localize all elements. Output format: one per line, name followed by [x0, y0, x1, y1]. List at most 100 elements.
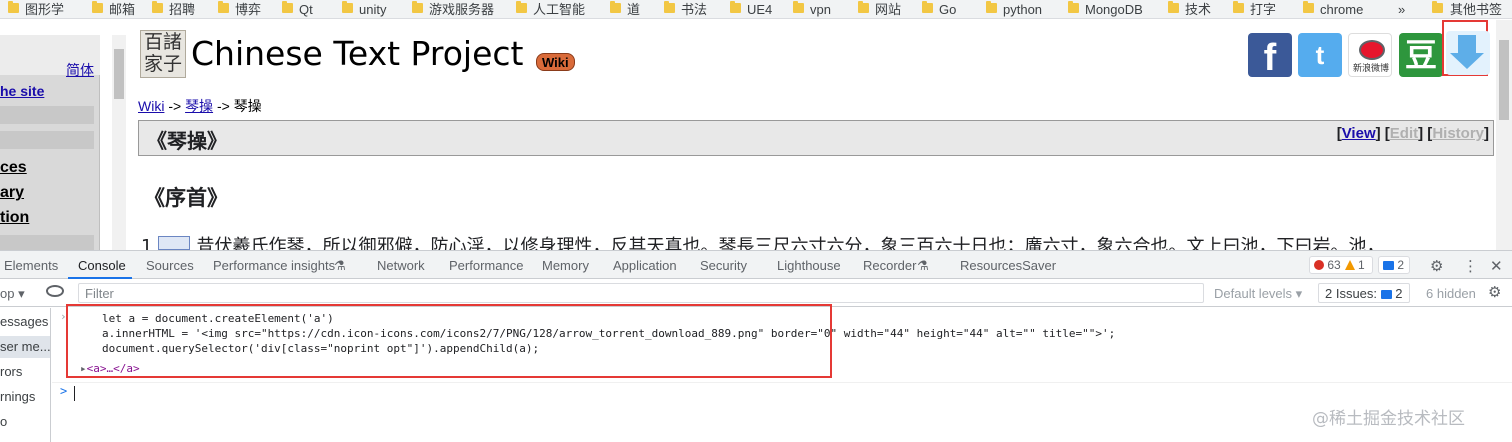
bookmark-folder[interactable]: chrome — [1320, 1, 1363, 18]
tab-console[interactable]: Console — [78, 258, 126, 273]
tab-sources[interactable]: Sources — [146, 258, 194, 273]
site-logo[interactable]: 百諸家子 — [140, 30, 186, 78]
breadcrumb: Wiki -> 琴操 -> 琴操 — [138, 96, 262, 116]
bookmark-folder[interactable]: unity — [359, 1, 386, 18]
bookmark-folder[interactable]: 网站 — [875, 1, 901, 18]
issues-button[interactable]: 2 Issues: 2 — [1318, 283, 1410, 303]
bookmark-folder[interactable]: python — [1003, 1, 1042, 18]
gear-icon[interactable]: ⚙ — [1430, 257, 1443, 275]
scrollbar-thumb[interactable] — [1499, 40, 1509, 120]
folder-icon — [1303, 1, 1314, 13]
flask-icon: ⚗ — [334, 258, 346, 273]
bookmark-folder[interactable]: UE4 — [747, 1, 772, 18]
tab-performance[interactable]: Performance — [449, 258, 523, 273]
gear-icon[interactable]: ⚙ — [1488, 283, 1501, 301]
watermark: @稀土掘金技术社区 — [1312, 409, 1465, 429]
tab-application[interactable]: Application — [613, 258, 677, 273]
page-actions: [View] [Edit] [History] — [1336, 125, 1489, 142]
tab-elements[interactable]: Elements — [4, 258, 58, 273]
weibo-label: 新浪微博 — [1352, 63, 1389, 73]
code-line: document.querySelector('div[class="nopri… — [102, 342, 540, 355]
traditional-simplified-link[interactable]: 简体 — [66, 60, 94, 80]
message-counter[interactable]: 2 — [1378, 256, 1410, 274]
console-sidebar: essages ser me... rors rnings o — [0, 308, 51, 442]
folder-icon — [92, 1, 103, 13]
view-link[interactable]: View — [1342, 125, 1376, 142]
sidebar-info[interactable]: o — [0, 414, 7, 429]
bookmark-folder[interactable]: 图形学 — [25, 1, 64, 18]
bookmark-folder[interactable]: 书法 — [681, 1, 707, 18]
sidebar-item-introduction[interactable]: tion — [0, 209, 29, 227]
bookmark-folder[interactable]: 游戏服务器 — [429, 1, 494, 18]
context-selector[interactable]: op ▾ — [0, 286, 25, 302]
twitter-icon[interactable]: t — [1298, 33, 1342, 77]
breadcrumb-root-link[interactable]: Wiki — [138, 98, 164, 114]
bookmark-folder[interactable]: vpn — [810, 1, 831, 18]
code-line: let a = document.createElement('a') — [102, 312, 334, 325]
other-bookmarks-folder[interactable]: 其他书签 — [1450, 1, 1502, 18]
tab-memory[interactable]: Memory — [542, 258, 589, 273]
bookmark-folder[interactable]: 邮箱 — [109, 1, 135, 18]
flask-icon: ⚗ — [917, 258, 929, 273]
eye-icon[interactable] — [46, 285, 64, 297]
sidebar-warnings[interactable]: rnings — [0, 389, 35, 404]
log-levels-dropdown[interactable]: Default levels ▾ — [1214, 286, 1302, 302]
bookmark-folder[interactable]: 人工智能 — [533, 1, 585, 18]
facebook-icon[interactable]: f — [1248, 33, 1292, 79]
bookmark-folder[interactable]: 招聘 — [169, 1, 195, 18]
tab-security[interactable]: Security — [700, 258, 747, 273]
download-arrow-icon[interactable] — [1446, 31, 1490, 75]
more-options-icon[interactable]: ⋮ — [1463, 257, 1478, 275]
folder-icon — [793, 1, 804, 13]
folder-icon — [610, 1, 621, 13]
bookmarks-bar: 图形学 邮箱 招聘 博弈 Qt unity 游戏服务器 人工智能 道 书法 UE4 vpn 网站 Go py… — [0, 0, 1512, 19]
site-sidebar: 简体 he site ces ary tion — [0, 35, 100, 250]
weibo-icon[interactable]: 新浪微博 — [1348, 33, 1392, 77]
console-input[interactable] — [74, 386, 75, 401]
bookmark-folder[interactable]: 博弈 — [235, 1, 261, 18]
douban-icon[interactable]: 豆 — [1399, 33, 1443, 77]
tab-lighthouse[interactable]: Lighthouse — [777, 258, 841, 273]
sidebar-item-library[interactable]: ary — [0, 184, 24, 202]
sidebar-user-messages[interactable]: ser me... — [0, 336, 50, 358]
console-prompt: > — [60, 384, 68, 398]
bookmark-folder[interactable]: Go — [939, 1, 956, 18]
bookmark-folder[interactable]: 道 — [627, 1, 640, 18]
sidebar-site-link[interactable]: he site — [0, 83, 44, 99]
bookmark-folder[interactable]: Qt — [299, 1, 313, 18]
page-scrollbar[interactable] — [1496, 20, 1512, 250]
tab-network[interactable]: Network — [377, 258, 425, 273]
sidebar-item-resources[interactable]: ces — [0, 159, 27, 177]
section-title: 《序首》 — [144, 185, 228, 210]
folder-icon — [730, 1, 741, 13]
sidebar-scrollbar[interactable] — [112, 35, 126, 250]
breadcrumb-book-link[interactable]: 琴操 — [185, 98, 213, 114]
tab-performance-insights[interactable]: Performance insights — [213, 258, 335, 273]
folder-icon — [664, 1, 675, 13]
wiki-badge[interactable]: Wiki — [536, 53, 575, 71]
filter-input[interactable]: Filter — [78, 283, 1204, 303]
bookmark-folder[interactable]: MongoDB — [1085, 1, 1143, 18]
scrollbar-thumb[interactable] — [114, 49, 124, 99]
sidebar-item-bar — [0, 106, 94, 124]
bookmark-folder[interactable]: 打字 — [1250, 1, 1276, 18]
message-icon — [1383, 261, 1394, 270]
chevron-right-icon: › — [60, 310, 67, 323]
console-result[interactable]: ▸<a>…</a> — [80, 362, 140, 375]
issues-count: 2 — [1395, 286, 1403, 301]
expand-triangle-icon[interactable]: ▸ — [80, 362, 87, 375]
edit-link[interactable]: Edit — [1390, 125, 1418, 142]
result-value: <a>…</a> — [86, 362, 140, 375]
folder-icon — [922, 1, 933, 13]
tab-resources-saver[interactable]: ResourcesSaver — [960, 258, 1056, 273]
bookmarks-more-button[interactable]: » — [1398, 1, 1405, 18]
error-warning-counter[interactable]: 63 1 — [1309, 256, 1373, 274]
sidebar-errors[interactable]: rors — [0, 364, 22, 379]
sidebar-messages[interactable]: essages — [0, 314, 48, 329]
bookmark-folder[interactable]: 技术 — [1185, 1, 1211, 18]
close-icon[interactable]: ✕ — [1490, 257, 1503, 275]
tab-recorder[interactable]: Recorder — [863, 258, 916, 273]
folder-icon — [282, 1, 293, 13]
history-link[interactable]: History — [1432, 125, 1484, 142]
parallel-text-icon[interactable] — [158, 236, 191, 250]
